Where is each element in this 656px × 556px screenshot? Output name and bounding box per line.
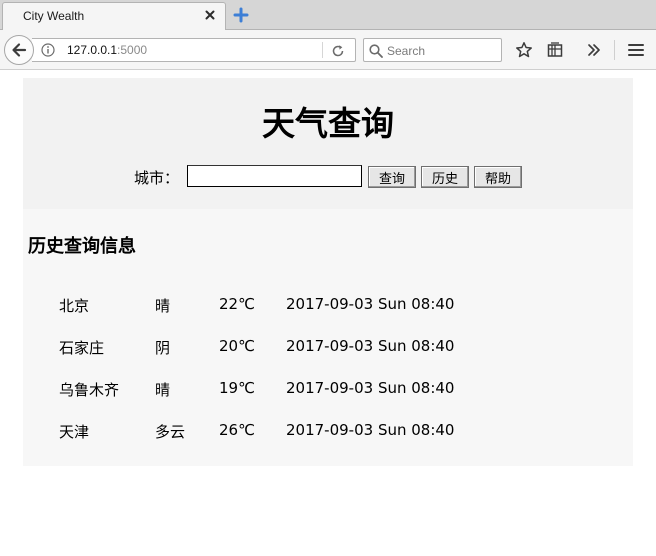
history-time: 2017-09-03 Sun 08:40: [286, 379, 455, 397]
history-weather: 晴: [155, 381, 171, 399]
search-input[interactable]: [387, 41, 497, 60]
url-host: 127.0.0.1: [67, 43, 118, 57]
history-section-title: 历史查询信息: [28, 236, 136, 257]
history-row: 乌鲁木齐 晴 19℃ 2017-09-03 Sun 08:40: [59, 377, 619, 401]
tab-strip: City Wealth: [0, 0, 656, 30]
history-button[interactable]: 历史: [421, 166, 469, 188]
history-temperature: 22℃: [219, 295, 255, 313]
library-icon[interactable]: [546, 41, 564, 59]
url-bar[interactable]: 127.0.0.1:5000: [32, 38, 356, 62]
history-time: 2017-09-03 Sun 08:40: [286, 295, 455, 313]
history-row: 北京 晴 22℃ 2017-09-03 Sun 08:40: [59, 293, 619, 317]
history-temperature: 20℃: [219, 337, 255, 355]
header-panel: 天气查询 城市： 查询 历史 帮助: [23, 78, 633, 209]
help-button[interactable]: 帮助: [474, 166, 522, 188]
url-text[interactable]: 127.0.0.1:5000: [67, 43, 147, 57]
toolbar-separator: [614, 40, 615, 60]
navigation-toolbar: 127.0.0.1:5000: [0, 30, 656, 70]
history-city: 北京: [59, 297, 90, 315]
history-row: 石家庄 阴 20℃ 2017-09-03 Sun 08:40: [59, 335, 619, 359]
back-arrow-icon: [12, 43, 27, 57]
city-label: 城市：: [134, 169, 180, 187]
history-time: 2017-09-03 Sun 08:40: [286, 421, 455, 439]
close-tab-icon[interactable]: [203, 8, 217, 22]
history-weather: 多云: [155, 423, 186, 441]
page-title: 天气查询: [262, 104, 394, 143]
city-input[interactable]: [187, 165, 362, 187]
site-info-icon[interactable]: [41, 43, 55, 57]
overflow-menu-icon[interactable]: [585, 41, 603, 59]
query-button[interactable]: 查询: [368, 166, 416, 188]
browser-tab[interactable]: City Wealth: [2, 2, 226, 30]
back-button[interactable]: [4, 35, 34, 65]
bookmark-star-icon[interactable]: [515, 41, 533, 59]
history-time: 2017-09-03 Sun 08:40: [286, 337, 455, 355]
new-tab-icon[interactable]: [233, 7, 249, 23]
page-viewport: 天气查询 城市： 查询 历史 帮助 历史查询信息 北京 晴 22℃ 2017-0…: [0, 71, 656, 556]
tab-title: City Wealth: [23, 9, 85, 23]
history-weather: 阴: [155, 339, 171, 357]
history-city: 乌鲁木齐: [59, 381, 120, 399]
history-city: 石家庄: [59, 339, 105, 357]
history-temperature: 19℃: [219, 379, 255, 397]
history-city: 天津: [59, 423, 90, 441]
search-bar[interactable]: [363, 38, 502, 62]
hamburger-menu-icon[interactable]: [627, 41, 645, 59]
reload-icon[interactable]: [330, 43, 346, 59]
search-icon: [368, 43, 384, 59]
history-weather: 晴: [155, 297, 171, 315]
history-row: 天津 多云 26℃ 2017-09-03 Sun 08:40: [59, 419, 619, 443]
url-separator: [322, 42, 323, 58]
url-port: :5000: [117, 43, 148, 57]
history-temperature: 26℃: [219, 421, 255, 439]
content-container: 天气查询 城市： 查询 历史 帮助 历史查询信息 北京 晴 22℃ 2017-0…: [23, 78, 633, 466]
